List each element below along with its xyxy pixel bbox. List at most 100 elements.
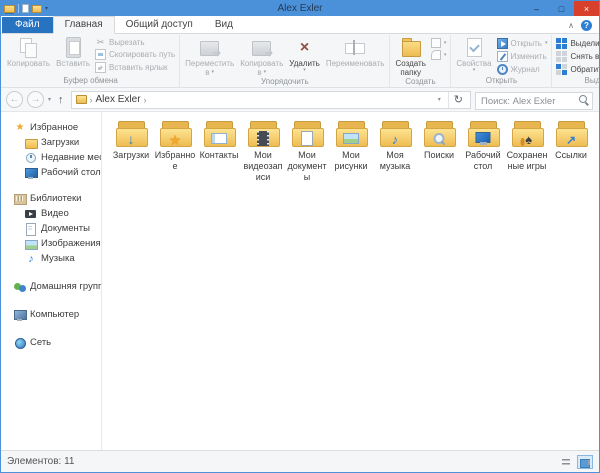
open-button[interactable]: Открыть ▾: [495, 37, 550, 50]
paste-button[interactable]: Вставить: [53, 35, 93, 68]
properties-icon[interactable]: [22, 4, 29, 13]
network-icon: [14, 337, 26, 349]
file-item-my-music[interactable]: ♪ Моя музыка: [373, 121, 417, 182]
file-item-favorites[interactable]: ★ Избранное: [153, 121, 197, 182]
refresh-icon[interactable]: ↻: [448, 92, 468, 108]
contacts-folder-icon: [203, 121, 236, 147]
navigation-pane: ★ Избранное Загрузки Недавние места Рабо…: [1, 112, 102, 450]
move-to-button[interactable]: Переместить в▾: [182, 35, 237, 77]
close-button[interactable]: ×: [574, 1, 599, 16]
sidebar-item-downloads[interactable]: Загрузки: [1, 135, 101, 150]
help-icon[interactable]: ?: [581, 20, 592, 31]
tab-share[interactable]: Общий доступ: [115, 17, 204, 33]
select-all-button[interactable]: Выделить все: [554, 37, 600, 50]
recent-locations-chevron-icon[interactable]: ▾: [48, 96, 51, 103]
easy-access-button[interactable]: ▾: [429, 49, 449, 61]
videos-folder-icon: [247, 121, 280, 147]
search-icon[interactable]: [579, 95, 589, 105]
homegroup-icon: [14, 281, 26, 293]
file-item-saved-games[interactable]: ♠ Сохраненные игры: [505, 121, 549, 182]
pictures-folder-icon: [335, 121, 368, 147]
sidebar-item-desktop[interactable]: Рабочий стол: [1, 165, 101, 180]
breadcrumb-location[interactable]: Alex Exler: [96, 94, 141, 105]
sidebar-item-video[interactable]: Видео: [1, 206, 101, 221]
new-folder-icon[interactable]: [32, 5, 42, 13]
sidebar-item-computer[interactable]: Компьютер: [1, 307, 101, 322]
breadcrumb-separator-icon[interactable]: ›: [144, 95, 147, 105]
explorer-icon: [4, 5, 15, 13]
details-view-button[interactable]: [558, 455, 574, 469]
file-item-my-videos[interactable]: Мои видеозаписи: [241, 121, 285, 182]
minimize-button[interactable]: –: [524, 1, 549, 16]
easy-access-icon: [431, 50, 441, 60]
file-item-links[interactable]: ↗ Ссылки: [549, 121, 593, 182]
file-item-my-pictures[interactable]: Мои рисунки: [329, 121, 373, 182]
large-icons-view-button[interactable]: [577, 455, 593, 469]
sidebar-item-pictures[interactable]: Изображения: [1, 236, 101, 251]
sidebar-item-homegroup[interactable]: Домашняя группа: [1, 279, 101, 294]
cut-button[interactable]: ✂ Вырезать: [93, 37, 177, 48]
clear-selection-button[interactable]: Снять выделение: [554, 50, 600, 63]
delete-button[interactable]: × Удалить ▾: [286, 35, 323, 73]
sidebar-item-network[interactable]: Сеть: [1, 335, 101, 350]
up-button[interactable]: ↑: [55, 94, 67, 106]
status-bar: Элементов: 11: [1, 450, 599, 472]
invert-selection-button[interactable]: Обратить выделение: [554, 63, 600, 76]
sidebar-item-documents[interactable]: Документы: [1, 221, 101, 236]
qat-customize-chevron-icon[interactable]: ▾: [45, 6, 48, 12]
back-button[interactable]: ←: [6, 91, 23, 108]
star-icon: ★: [169, 133, 182, 147]
tab-home[interactable]: Главная: [53, 16, 115, 34]
searches-folder-icon: [423, 121, 456, 147]
copy-button[interactable]: Копировать: [4, 35, 53, 68]
chevron-down-icon: ▾: [303, 68, 306, 73]
paste-shortcut-button[interactable]: Вставить ярлык: [93, 61, 177, 74]
search-input[interactable]: [475, 92, 593, 110]
forward-arrow-icon: →: [31, 95, 41, 105]
file-item-downloads[interactable]: ↓ Загрузки: [109, 121, 153, 182]
address-bar[interactable]: › Alex Exler › ▾ ↻: [71, 91, 471, 109]
chevron-down-icon: ▾: [473, 68, 476, 73]
tab-view[interactable]: Вид: [204, 17, 244, 33]
new-folder-button[interactable]: Создать папку: [392, 35, 428, 77]
group-label: Буфер обмена: [4, 76, 177, 87]
tab-file[interactable]: Файл: [2, 17, 53, 33]
sidebar-item-favorites[interactable]: ★ Избранное: [1, 120, 101, 135]
delete-icon: ×: [293, 37, 317, 59]
rename-button[interactable]: Переименовать: [323, 35, 388, 68]
file-item-searches[interactable]: Поиски: [417, 121, 461, 182]
folder-icon: [76, 95, 87, 104]
properties-icon: [462, 37, 486, 59]
file-item-my-documents[interactable]: Мои документы: [285, 121, 329, 182]
history-icon: [497, 64, 508, 75]
monitor-icon: [25, 167, 37, 179]
copy-path-button[interactable]: Скопировать путь: [93, 48, 177, 61]
favorites-folder-icon: ★: [159, 121, 192, 147]
history-button[interactable]: Журнал: [495, 63, 550, 76]
video-icon: [25, 208, 37, 220]
open-icon: [497, 38, 508, 49]
ribbon-collapse-icon[interactable]: ∧: [568, 22, 574, 30]
copy-to-button[interactable]: Копировать в▾: [237, 35, 286, 77]
properties-button[interactable]: Свойства ▾: [453, 35, 494, 73]
new-item-button[interactable]: ▾: [429, 37, 449, 49]
copy-path-icon: [95, 49, 106, 60]
file-item-desktop[interactable]: Рабочий стол: [461, 121, 505, 182]
forward-button[interactable]: →: [27, 91, 44, 108]
sidebar-item-libraries[interactable]: Библиотеки: [1, 191, 101, 206]
sidebar-item-music[interactable]: ♪ Музыка: [1, 251, 101, 266]
file-item-contacts[interactable]: Контакты: [197, 121, 241, 182]
address-dropdown-chevron-icon[interactable]: ▾: [434, 96, 445, 103]
ribbon-group-select: Выделить все Снять выделение Обратить вы…: [552, 35, 600, 87]
maximize-button[interactable]: □: [549, 1, 574, 16]
magnifier-icon: [433, 132, 446, 145]
select-all-icon: [556, 38, 567, 49]
quick-access-toolbar: ▾: [4, 4, 48, 13]
edit-button[interactable]: Изменить: [495, 50, 550, 63]
chevron-down-icon: ▾: [212, 70, 215, 75]
sidebar-item-recent-places[interactable]: Недавние места: [1, 150, 101, 165]
game-spade-icon: ♠: [525, 133, 532, 146]
music-note-icon: ♪: [25, 253, 37, 265]
title-bar: ▾ Alex Exler – □ ×: [1, 1, 599, 16]
window-title: Alex Exler: [1, 3, 599, 14]
